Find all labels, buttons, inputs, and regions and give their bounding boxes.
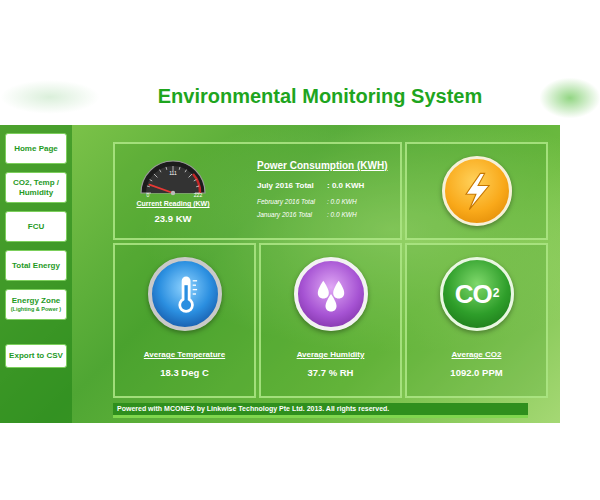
co2-icon: CO2 <box>455 281 499 307</box>
metric-cell: Average Temperature 18.3 Deg C <box>113 243 256 398</box>
metric-cell: CO2 Average CO2 1092.0 PPM <box>405 243 548 398</box>
power-row-label: July 2016 Total <box>257 180 323 192</box>
content-band: Home Page CO2, Temp / Humidity FCU Total En… <box>0 125 560 423</box>
gauge-tick: 0 <box>147 192 150 198</box>
power-row-label: February 2016 Total <box>257 197 323 207</box>
metric-label[interactable]: Average CO2 <box>452 349 502 361</box>
gauge-icon: 0 111 222 <box>138 152 208 198</box>
power-row-value: : 0.0 KWH <box>327 210 357 220</box>
power-row: July 2016 Total : 0.0 KWH <box>257 180 388 192</box>
gauge-label[interactable]: Current Reading (KW) <box>135 199 211 210</box>
power-row-value: : 0.0 KWH <box>327 197 357 207</box>
sidebar-item[interactable]: Energy Zone(Lighting & Power ) <box>5 289 67 320</box>
sidebar-item-sub: (Lighting & Power ) <box>8 306 64 313</box>
logo-right <box>540 78 600 118</box>
sidebar-item[interactable]: Home Page <box>5 133 67 164</box>
page-header: Environmental Monitoring System <box>0 0 600 125</box>
gauge-tick: 222 <box>194 192 203 198</box>
sidebar: Home Page CO2, Temp / Humidity FCU Total En… <box>0 125 72 423</box>
co2-icon-sub: 2 <box>493 287 499 299</box>
metric-value: 18.3 Deg C <box>160 366 209 380</box>
gauge-reading: 23.9 KW <box>135 212 211 226</box>
metric-value: 1092.0 PPM <box>450 366 502 380</box>
sidebar-item-label: CO2, Temp / Humidity <box>8 178 64 198</box>
power-row: January 2016 Total : 0.0 KWH <box>257 210 388 220</box>
page-title: Environmental Monitoring System <box>100 84 540 108</box>
sidebar-item-label: Energy Zone <box>8 296 64 306</box>
power-consumption: Power Consumption (KWH) July 2016 Total : … <box>211 144 388 238</box>
sidebar-item[interactable]: FCU <box>5 211 67 242</box>
power-row-label: January 2016 Total <box>257 210 323 220</box>
metric-label[interactable]: Average Humidity <box>297 349 365 361</box>
export-button[interactable]: Export to CSV <box>5 344 67 368</box>
sidebar-item[interactable]: Total Energy <box>5 250 67 281</box>
power-cell: 0111222Current Reading (KW)23.9 KWPower … <box>113 142 402 240</box>
co2-icon-text: CO <box>455 281 492 307</box>
export-label: Export to CSV <box>8 351 64 361</box>
co2-disc[interactable]: CO2 <box>440 257 514 331</box>
thermometer-icon <box>163 272 207 316</box>
power-row-value: : 0.0 KWH <box>327 180 364 192</box>
gauge-tick: 111 <box>169 170 177 176</box>
water-drops-icon <box>309 272 353 316</box>
sidebar-item-label: Total Energy <box>8 261 64 271</box>
power-title[interactable]: Power Consumption (KWH) <box>257 158 388 173</box>
gauge-needle <box>149 185 173 193</box>
metric-cell: Average Humidity 37.7 % RH <box>259 243 402 398</box>
temperature-disc[interactable] <box>148 257 222 331</box>
humidity-disc[interactable] <box>294 257 368 331</box>
metric-label[interactable]: Average Temperature <box>144 349 225 361</box>
energy-cell <box>405 142 548 240</box>
title-area: Environmental Monitoring System <box>100 84 540 108</box>
power-row: February 2016 Total : 0.0 KWH <box>257 197 388 207</box>
sidebar-item-label: Home Page <box>8 144 64 154</box>
footer-bar: Powered with MCONEX by Linkwise Technolo… <box>113 403 528 418</box>
logo-left <box>0 80 100 114</box>
lightning-disc[interactable] <box>442 156 512 226</box>
dashboard-panel: 0111222Current Reading (KW)23.9 KWPower … <box>113 142 548 398</box>
current-reading: 0 111 222Current Reading (KW) 23.9 KW <box>115 144 211 238</box>
lightning-icon <box>455 169 499 213</box>
metric-value: 37.7 % RH <box>308 366 354 380</box>
main-area: 0111222Current Reading (KW)23.9 KWPower … <box>72 125 548 423</box>
sidebar-item-label: FCU <box>8 222 64 232</box>
sidebar-item[interactable]: CO2, Temp / Humidity <box>5 172 67 203</box>
